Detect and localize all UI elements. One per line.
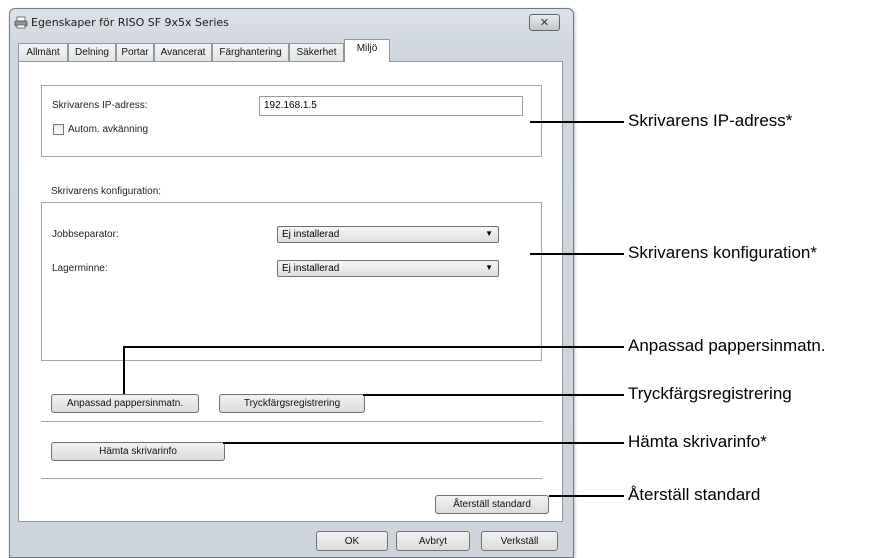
tab-panel: Skrivarens IP-adress: 192.168.1.5 Autom.…: [18, 61, 563, 522]
callout-restore-default: Återställ standard: [628, 485, 761, 504]
callout-line-restore-default: [549, 495, 624, 497]
chevron-down-icon: ▼: [485, 263, 493, 272]
callout-line-ink-color: [363, 394, 624, 396]
auto-detect-label: Autom. avkänning: [68, 124, 149, 135]
storage-value: Ej installerad: [282, 263, 340, 274]
custom-paper-button[interactable]: Anpassad pappersinmatn.: [51, 394, 199, 413]
callout-config: Skrivarens konfiguration*: [628, 243, 817, 262]
ip-address-input[interactable]: 192.168.1.5: [259, 96, 523, 116]
job-separator-value: Ej installerad: [282, 229, 340, 240]
chevron-down-icon: ▼: [485, 229, 493, 238]
callout-line-get-info: [223, 442, 624, 444]
printer-config-group: Jobbseparator: Ej installerad ▼ Lagermin…: [41, 202, 542, 361]
printer-icon: [14, 16, 28, 29]
callout-line-ip: [530, 121, 624, 123]
tab-sakerhet[interactable]: Säkerhet: [289, 43, 344, 61]
restore-default-button[interactable]: Återställ standard: [435, 495, 549, 514]
close-button[interactable]: ✕: [529, 14, 560, 31]
tab-label: Avancerat: [160, 47, 206, 58]
tab-label: Miljö: [356, 43, 378, 54]
auto-detect-checkbox[interactable]: [53, 124, 64, 135]
window-title: Egenskaper för RISO SF 9x5x Series: [31, 16, 229, 29]
tab-fargehantering[interactable]: Färghantering: [212, 43, 289, 61]
get-printer-info-button[interactable]: Hämta skrivarinfo: [51, 442, 225, 461]
tab-label: Delning: [75, 47, 109, 58]
callout-ink-color: Tryckfärgsregistrering: [628, 384, 792, 403]
apply-button[interactable]: Verkställ: [481, 531, 558, 551]
storage-label: Lagerminne:: [52, 263, 108, 274]
tab-miljo[interactable]: Miljö: [344, 39, 390, 62]
tab-allmant[interactable]: Allmänt: [18, 43, 68, 61]
title-bar[interactable]: Egenskaper för RISO SF 9x5x Series ✕: [10, 9, 573, 37]
cancel-button[interactable]: Avbryt: [396, 531, 470, 551]
storage-select[interactable]: Ej installerad ▼: [277, 260, 499, 277]
job-separator-select[interactable]: Ej installerad ▼: [277, 226, 499, 243]
divider: [41, 421, 542, 422]
callout-get-info: Hämta skrivarinfo*: [628, 432, 767, 451]
printer-config-heading: Skrivarens konfiguration:: [51, 186, 162, 197]
tab-delning[interactable]: Delning: [68, 43, 116, 61]
tab-avancerat[interactable]: Avancerat: [154, 43, 212, 61]
ink-color-registration-button[interactable]: Tryckfärgsregistrering: [219, 394, 365, 413]
ip-address-label: Skrivarens IP-adress:: [52, 100, 148, 111]
tab-label: Färghantering: [219, 47, 282, 58]
callout-line-config: [530, 253, 624, 255]
properties-window: Egenskaper för RISO SF 9x5x Series ✕ All…: [9, 8, 574, 558]
callout-line-custom-paper: [123, 346, 624, 348]
job-separator-label: Jobbseparator:: [52, 229, 119, 240]
tab-label: Säkerhet: [296, 47, 337, 58]
callout-ip: Skrivarens IP-adress*: [628, 111, 793, 130]
tab-label: Allmänt: [26, 47, 60, 58]
tab-portar[interactable]: Portar: [116, 43, 154, 61]
divider: [41, 478, 542, 479]
ip-address-group: Skrivarens IP-adress: 192.168.1.5 Autom.…: [41, 85, 542, 157]
ok-button[interactable]: OK: [316, 531, 388, 551]
callout-custom-paper: Anpassad pappersinmatn.: [628, 336, 826, 355]
tab-label: Portar: [121, 47, 149, 58]
close-icon: ✕: [539, 16, 550, 29]
callout-line-custom-paper-vertical: [123, 346, 125, 394]
